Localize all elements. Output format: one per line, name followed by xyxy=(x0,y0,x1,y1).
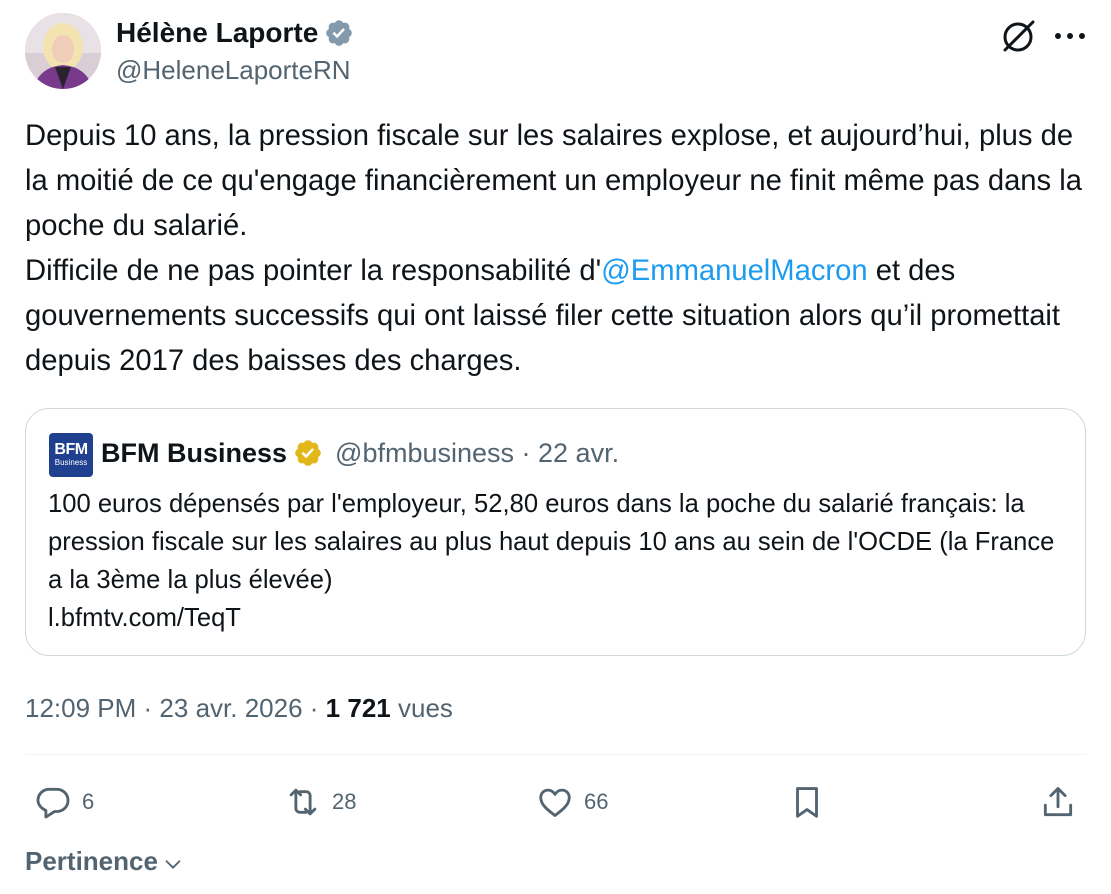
tweet-text-before-mention: Difficile de ne pas pointer la responsab… xyxy=(25,255,602,287)
like-count: 66 xyxy=(584,789,609,814)
tweet-text: Depuis 10 ans, la pression fiscale sur l… xyxy=(25,114,1095,384)
meta-separator: · xyxy=(309,693,326,723)
quoted-tweet-header: BFM Business @bfmbusiness · 22 avr. xyxy=(101,435,619,471)
tweet-meta: 12:09 PM · 23 avr. 2026 · 1 721 vues xyxy=(25,690,453,726)
quoted-tweet-text: 100 euros dépensés par l'employeur, 52,8… xyxy=(48,485,1058,637)
author-handle[interactable]: @HeleneLaporteRN xyxy=(116,52,351,88)
tweet-paragraph-2: Difficile de ne pas pointer la responsab… xyxy=(25,249,1095,384)
views-count: 1 721 xyxy=(325,693,391,723)
author-name[interactable]: Hélène Laporte xyxy=(116,14,318,52)
bookmark-icon xyxy=(796,787,818,818)
quoted-author-handle-date: @bfmbusiness · 22 avr. xyxy=(335,438,620,468)
views-label: vues xyxy=(397,693,453,723)
quoted-author-name[interactable]: BFM Business xyxy=(101,435,287,471)
sort-label: Pertinence xyxy=(25,846,158,876)
quoted-tweet[interactable]: BFM Business BFM Business @bfmbusiness ·… xyxy=(25,408,1086,656)
reply-count: 6 xyxy=(82,789,95,814)
repost-count: 28 xyxy=(332,789,357,814)
repost-icon xyxy=(289,788,317,816)
author-name-row: Hélène Laporte xyxy=(116,14,354,52)
actions-divider xyxy=(25,754,1086,755)
bfm-business-avatar[interactable]: BFM Business xyxy=(49,433,93,477)
like-button[interactable]: 66 xyxy=(536,780,608,824)
verified-badge-icon xyxy=(326,20,353,46)
author-avatar[interactable] xyxy=(25,13,101,89)
bfm-logo-subtext: Business xyxy=(54,458,88,467)
avatar-image xyxy=(25,13,101,89)
reply-icon xyxy=(36,787,70,819)
meta-separator: · xyxy=(143,693,160,723)
mention-link[interactable]: @EmmanuelMacron xyxy=(601,255,867,287)
share-button[interactable] xyxy=(1039,780,1077,824)
heart-icon xyxy=(539,788,571,817)
tweet-date[interactable]: 23 avr. 2026 xyxy=(159,693,302,723)
reply-button[interactable]: 6 xyxy=(34,780,94,824)
quoted-tweet-body: 100 euros dépensés par l'employeur, 52,8… xyxy=(48,490,1055,594)
tweet-time[interactable]: 12:09 PM xyxy=(25,693,136,723)
repost-button[interactable]: 28 xyxy=(284,780,356,824)
tweet-paragraph-1: Depuis 10 ans, la pression fiscale sur l… xyxy=(25,120,1082,242)
quoted-tweet-link[interactable]: l.bfmtv.com/TeqT xyxy=(48,599,1058,637)
chevron-down-icon xyxy=(165,860,181,869)
sort-dropdown[interactable]: Pertinence xyxy=(25,843,184,879)
bfm-logo-text: BFM xyxy=(54,441,88,458)
gold-verified-badge-icon xyxy=(295,440,321,466)
more-options-icon[interactable] xyxy=(1052,22,1088,50)
share-icon xyxy=(1043,787,1073,817)
bookmark-button[interactable] xyxy=(788,780,826,824)
grok-icon[interactable] xyxy=(998,16,1038,56)
